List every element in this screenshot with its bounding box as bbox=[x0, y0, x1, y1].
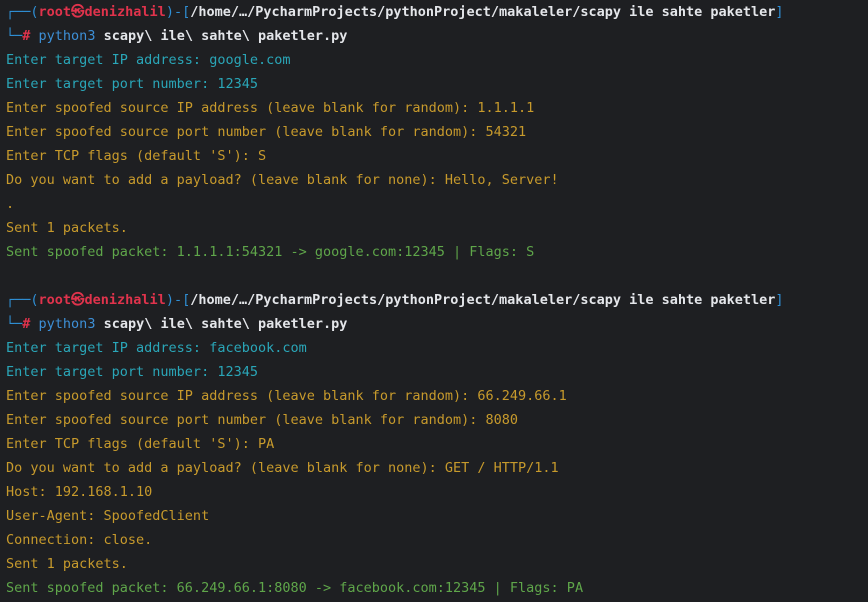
prompt-user-host: root㉿denizhalil bbox=[38, 292, 166, 308]
prompt-header-line: ┌──(root㉿denizhalil)-[/home/…/PycharmPro… bbox=[0, 0, 868, 24]
prompt-user-host: root㉿denizhalil bbox=[38, 4, 166, 20]
prompt-frame-end: ] bbox=[775, 4, 784, 20]
prompt-path: /home/…/PycharmProjects/pythonProject/ma… bbox=[190, 4, 776, 20]
output-sent-packets: Sent 1 packets. bbox=[6, 220, 128, 236]
prompt-frame-top: ┌──( bbox=[6, 292, 39, 308]
command-args: scapy\ ile\ sahte\ paketler.py bbox=[95, 28, 348, 44]
input-spoofed-port: Enter spoofed source port number (leave … bbox=[6, 412, 519, 428]
command-exec: python3 bbox=[38, 28, 96, 44]
prompt-path: /home/…/PycharmProjects/pythonProject/ma… bbox=[190, 292, 776, 308]
payload-user-agent: User-Agent: SpoofedClient bbox=[6, 508, 210, 524]
command-line: └─# python3 scapy\ ile\ sahte\ paketler.… bbox=[0, 312, 868, 336]
prompt-frame-end: ] bbox=[775, 292, 784, 308]
prompt-frame-bottom: └─ bbox=[6, 28, 23, 44]
prompt-frame-top: ┌──( bbox=[6, 4, 39, 20]
input-spoofed-ip: Enter spoofed source IP address (leave b… bbox=[6, 388, 567, 404]
prompt-frame-mid: )-[ bbox=[165, 4, 191, 20]
input-target-port: Enter target port number: 12345 bbox=[6, 76, 258, 92]
payload-host: Host: 192.168.1.10 bbox=[6, 484, 153, 500]
output-result: Sent spoofed packet: 1.1.1.1:54321 -> go… bbox=[6, 244, 535, 260]
input-tcp-flags: Enter TCP flags (default 'S'): S bbox=[6, 148, 267, 164]
input-target-ip: Enter target IP address: google.com bbox=[6, 52, 291, 68]
payload-connection: Connection: close. bbox=[6, 532, 153, 548]
input-target-port: Enter target port number: 12345 bbox=[6, 364, 258, 380]
command-line: └─# python3 scapy\ ile\ sahte\ paketler.… bbox=[0, 24, 868, 48]
input-spoofed-port: Enter spoofed source port number (leave … bbox=[6, 124, 527, 140]
input-target-ip: Enter target IP address: facebook.com bbox=[6, 340, 307, 356]
output-result: Sent spoofed packet: 66.249.66.1:8080 ->… bbox=[6, 580, 584, 596]
prompt-frame-bottom: └─ bbox=[6, 316, 23, 332]
output-dot: . bbox=[6, 196, 15, 212]
input-spoofed-ip: Enter spoofed source IP address (leave b… bbox=[6, 100, 535, 116]
terminal-window[interactable]: ┌──(root㉿denizhalil)-[/home/…/PycharmPro… bbox=[0, 0, 868, 602]
command-exec: python3 bbox=[38, 316, 96, 332]
prompt-frame-mid: )-[ bbox=[165, 292, 191, 308]
input-tcp-flags: Enter TCP flags (default 'S'): PA bbox=[6, 436, 275, 452]
input-payload: Do you want to add a payload? (leave bla… bbox=[6, 460, 559, 476]
input-payload: Do you want to add a payload? (leave bla… bbox=[6, 172, 559, 188]
output-sent-packets: Sent 1 packets. bbox=[6, 556, 128, 572]
command-args: scapy\ ile\ sahte\ paketler.py bbox=[95, 316, 348, 332]
prompt-header-line: ┌──(root㉿denizhalil)-[/home/…/PycharmPro… bbox=[0, 288, 868, 312]
